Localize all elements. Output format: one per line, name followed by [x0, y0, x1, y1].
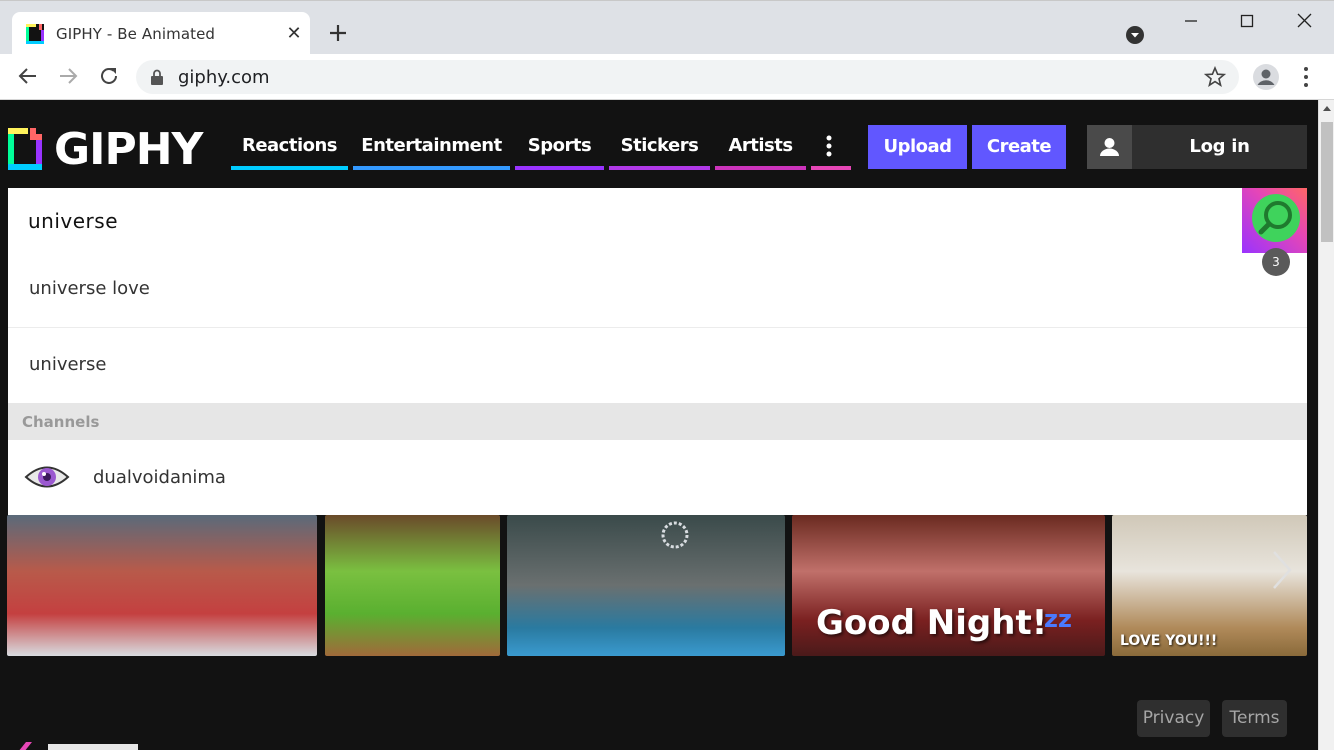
terms-link[interactable]: Terms: [1222, 700, 1287, 737]
nav-tab-label: Sports: [527, 135, 592, 156]
create-button[interactable]: Create: [972, 125, 1066, 169]
nav-more-button[interactable]: [811, 125, 851, 170]
giphy-logo-text: GIPHY: [54, 124, 203, 175]
profile-avatar-icon[interactable]: [1252, 63, 1280, 91]
login-label: Log in: [1189, 136, 1250, 157]
gif-caption: LOVE YOU!!!: [1120, 633, 1218, 649]
nav-tab-underline: [609, 166, 710, 170]
gif-thumbnail[interactable]: [7, 515, 317, 656]
scrollbar-thumb[interactable]: [1321, 122, 1333, 242]
chevron-right-icon[interactable]: [1268, 548, 1296, 592]
search-suggestion[interactable]: universe: [8, 328, 1307, 404]
nav-tab-label: Artists: [728, 135, 793, 156]
browser-window: GIPHY - Be Animated ✕ giphy.com GIPHY Re…: [0, 0, 1334, 750]
login-avatar: [1087, 125, 1132, 169]
gif-thumbnail[interactable]: [507, 515, 785, 656]
maximize-icon[interactable]: [1224, 7, 1270, 35]
user-icon: [1100, 138, 1119, 156]
more-vertical-icon: [826, 135, 832, 157]
nav-tab-underline: [811, 166, 851, 170]
suggestion-text: universe love: [29, 278, 150, 299]
nav-tab-underline: [231, 166, 348, 170]
search-suggestion[interactable]: universe love: [8, 252, 1307, 328]
channel-name: dualvoidanima: [93, 467, 226, 488]
gif-thumbnail[interactable]: Good Night! zz: [792, 515, 1105, 656]
forward-arrow-icon[interactable]: [54, 62, 82, 90]
channel-suggestion[interactable]: dualvoidanima: [8, 440, 1307, 515]
olympic-emblem-icon: [661, 521, 689, 549]
nav-tab-underline: [715, 166, 806, 170]
scroll-up-arrow-icon[interactable]: [1323, 106, 1331, 111]
reload-icon[interactable]: [95, 62, 123, 90]
browser-menu-icon[interactable]: [1296, 63, 1316, 91]
window-close-icon[interactable]: [1282, 7, 1328, 35]
channel-avatar: [22, 452, 72, 502]
giphy-logo-mark-icon: [8, 128, 42, 170]
nav-tab-underline: [515, 166, 604, 170]
giphy-favicon-icon: [26, 24, 44, 44]
artists-section-peek-icon: [19, 742, 138, 750]
search-dropdown: universe love universe Channels dualvoid…: [8, 188, 1307, 515]
nav-tab-stickers[interactable]: Stickers: [609, 125, 710, 170]
channels-header-label: Channels: [22, 413, 100, 431]
nav-tab-label: Reactions: [241, 135, 338, 156]
lock-icon: [151, 69, 163, 85]
address-bar[interactable]: giphy.com: [136, 60, 1239, 94]
tab-title: GIPHY - Be Animated: [56, 25, 216, 43]
privacy-link[interactable]: Privacy: [1137, 700, 1210, 737]
nav-tab-artists[interactable]: Artists: [715, 125, 806, 170]
nav-tab-label: Entertainment: [361, 135, 502, 156]
gif-caption: Good Night!: [816, 603, 1048, 643]
url-text: giphy.com: [178, 67, 270, 88]
nav-tab-label: Stickers: [620, 135, 699, 156]
gif-caption-zz: zz: [1044, 605, 1072, 633]
tab-strip: GIPHY - Be Animated ✕: [0, 0, 1334, 55]
browser-toolbar: giphy.com: [0, 54, 1334, 100]
minimize-icon[interactable]: [1168, 7, 1214, 35]
page-scrollbar[interactable]: [1318, 100, 1334, 750]
tab-search-icon[interactable]: [1125, 25, 1145, 45]
gif-thumbnail[interactable]: [325, 515, 500, 656]
search-input[interactable]: [8, 188, 1242, 254]
eye-icon: [24, 466, 70, 488]
giphy-logo[interactable]: GIPHY: [8, 124, 218, 175]
tab-close-icon[interactable]: ✕: [282, 21, 306, 45]
nav-tab-reactions[interactable]: Reactions: [231, 125, 348, 170]
nav-tab-sports[interactable]: Sports: [515, 125, 604, 170]
new-tab-icon[interactable]: [324, 19, 352, 47]
search-icon: [1252, 194, 1300, 242]
search-count-badge: 3: [1262, 248, 1290, 276]
suggestion-text: universe: [29, 354, 107, 375]
nav-tab-underline: [353, 166, 510, 170]
login-button[interactable]: Log in: [1087, 125, 1307, 169]
browser-tab[interactable]: GIPHY - Be Animated ✕: [12, 12, 310, 55]
channels-section-header: Channels: [8, 403, 1307, 440]
upload-button[interactable]: Upload: [868, 125, 967, 169]
giphy-page: GIPHY Reactions Entertainment Sports Sti…: [0, 100, 1320, 750]
bookmark-star-icon[interactable]: [1204, 66, 1226, 88]
search-button[interactable]: [1242, 188, 1307, 253]
nav-tab-entertainment[interactable]: Entertainment: [353, 125, 510, 170]
back-arrow-icon[interactable]: [14, 62, 42, 90]
